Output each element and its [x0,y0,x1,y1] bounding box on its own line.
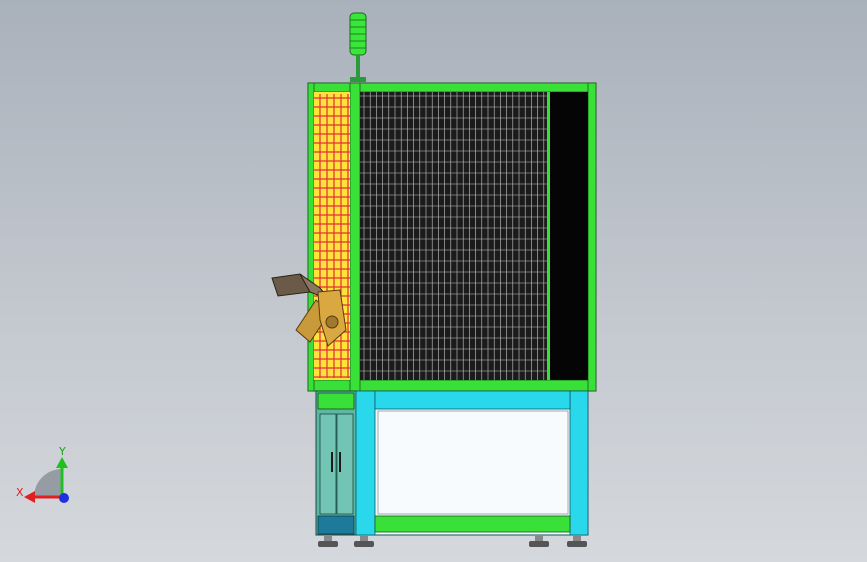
y-axis-label: Y [58,445,66,458]
cad-viewport[interactable]: Y X [0,0,867,562]
foot-1 [318,535,338,547]
foot-3 [529,535,549,547]
mesh-fence-panel [360,92,588,380]
cabinet-handle-right [339,452,341,472]
z-axis-dot [59,493,69,503]
signal-tower [349,12,367,82]
side-panel-dark [550,92,588,380]
cabinet-handle-left [331,452,333,472]
signal-tower-pole [356,55,360,79]
y-arrow-head-icon [56,457,68,468]
x-axis-label: X [16,486,24,499]
x-arrow-head-icon [24,491,35,503]
foot-4 [567,535,587,547]
foot-2 [354,535,374,547]
leveling-feet [318,535,587,547]
lower-base [315,390,589,536]
axis-triad: Y X [16,445,69,503]
machine-front-view: Y X [16,12,597,547]
cabinet-door-left [319,413,337,515]
table-panel [377,410,569,515]
